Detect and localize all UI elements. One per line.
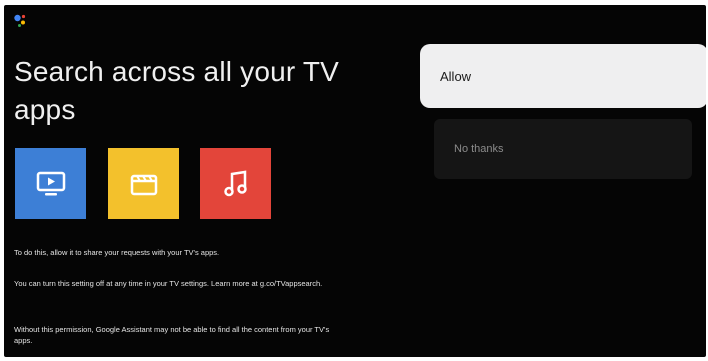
no-thanks-button[interactable]: No thanks	[434, 119, 692, 179]
music-note-icon	[222, 169, 250, 199]
settings-note: You can turn this setting off at any tim…	[14, 279, 323, 288]
assistant-permission-screen: Search across all your TV apps To do thi…	[4, 5, 706, 357]
permission-explanation: To do this, allow it to share your reque…	[14, 248, 220, 257]
movies-app-tile	[108, 148, 179, 219]
page-title: Search across all your TV apps	[14, 56, 340, 125]
allow-button-label: Allow	[440, 68, 472, 84]
allow-button[interactable]: Allow	[420, 44, 706, 108]
permission-warning: Without this permission, Google Assistan…	[14, 325, 330, 345]
no-thanks-button-label: No thanks	[454, 143, 504, 155]
video-app-tile	[15, 148, 86, 219]
music-app-tile	[200, 148, 271, 219]
google-assistant-icon	[13, 13, 29, 29]
play-screen-icon	[35, 170, 67, 198]
clapperboard-icon	[129, 171, 159, 197]
